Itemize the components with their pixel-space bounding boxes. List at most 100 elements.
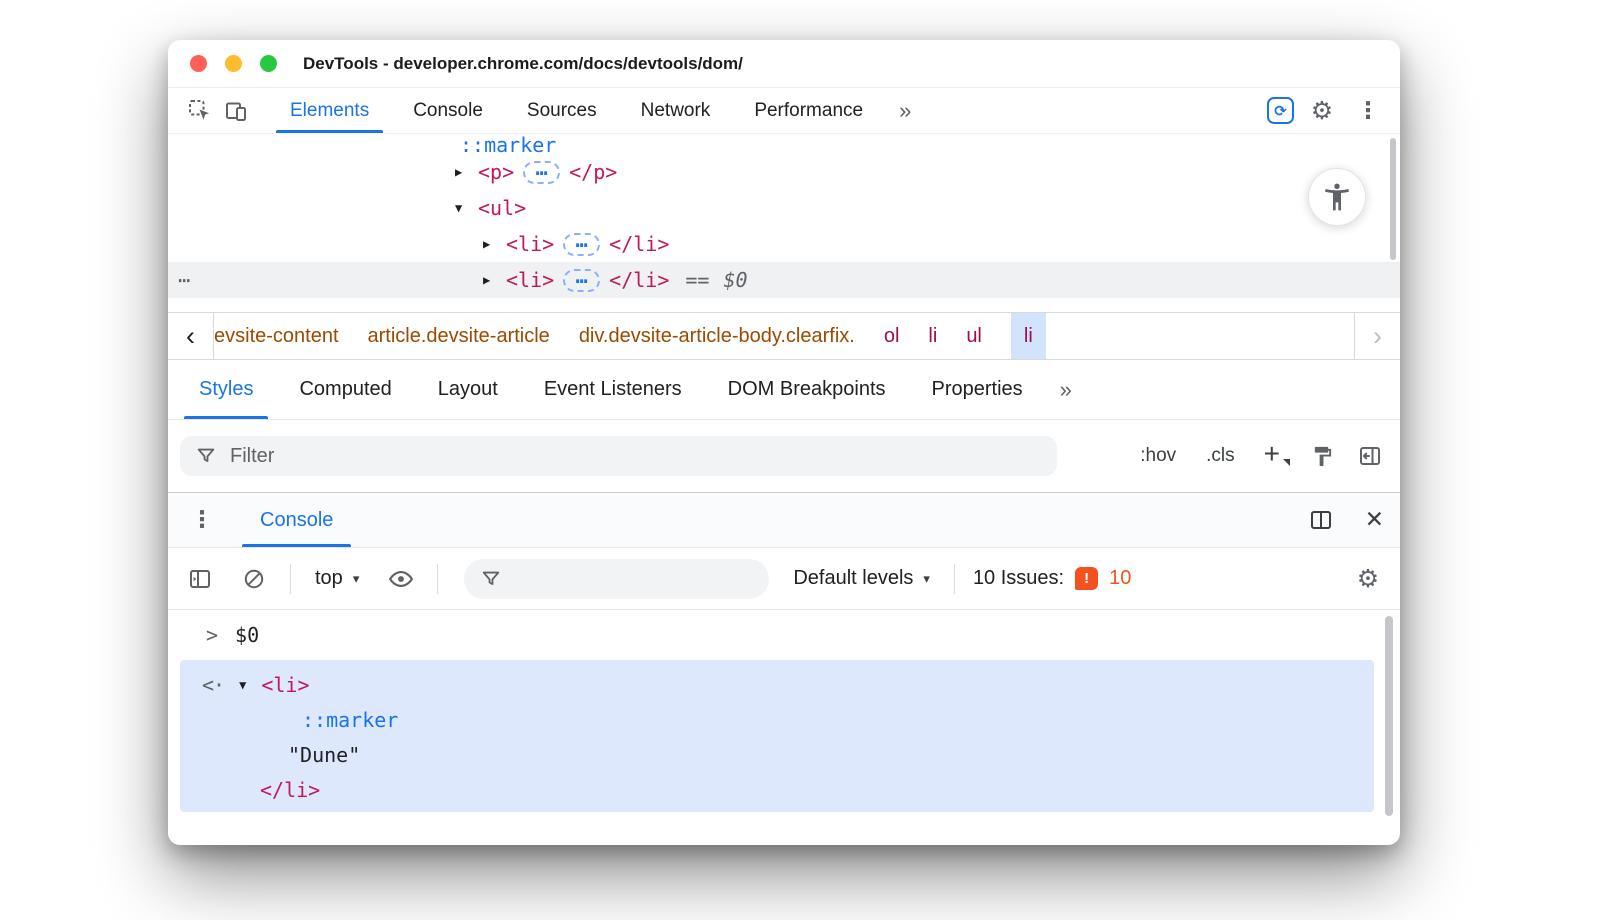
inspect-element-button[interactable] — [182, 93, 218, 129]
context-label: top — [315, 567, 343, 590]
scrollbar-thumb[interactable] — [1390, 138, 1396, 260]
divider — [290, 564, 291, 594]
window-title: DevTools - developer.chrome.com/docs/dev… — [303, 54, 743, 74]
filter-funnel-icon — [480, 568, 502, 590]
tag-open: <li> — [261, 673, 309, 697]
more-style-tabs-button[interactable]: » — [1046, 360, 1086, 419]
split-panel-button[interactable] — [1303, 502, 1339, 538]
clear-console-button[interactable] — [236, 561, 272, 597]
breadcrumb-item-li-selected[interactable]: li — [1011, 313, 1046, 359]
console-filter-input[interactable] — [512, 567, 753, 590]
issues-button[interactable]: 10 Issues: ! 10 — [973, 567, 1131, 590]
accessibility-fab[interactable] — [1308, 168, 1366, 226]
inline-expand-button[interactable]: … — [563, 269, 600, 292]
more-panels-button[interactable]: » — [885, 88, 925, 133]
expand-arrow-icon[interactable]: ▶ — [455, 165, 478, 179]
console-filter[interactable] — [464, 559, 769, 599]
expression-text: $0 — [235, 623, 259, 647]
breadcrumb-back-button[interactable]: ‹ — [168, 313, 214, 359]
tab-styles[interactable]: Styles — [176, 360, 276, 419]
breadcrumb-item-ol[interactable]: ol — [884, 325, 900, 348]
new-style-rule-button[interactable]: + — [1256, 438, 1292, 474]
panel-tabs: Elements Console Sources Network Perform… — [268, 88, 925, 133]
toggle-element-classes-button[interactable]: .cls — [1197, 439, 1244, 473]
breadcrumb-item-article[interactable]: article.devsite-article — [368, 325, 550, 348]
format-paint-button[interactable] — [1304, 438, 1340, 474]
text-node-value: "Dune" — [288, 743, 360, 767]
tab-console-drawer[interactable]: Console — [234, 493, 359, 547]
styles-filter-controls: :hov .cls + — [1131, 438, 1388, 474]
main-toolbar: Elements Console Sources Network Perform… — [168, 88, 1400, 134]
toggle-hover-state-button[interactable]: :hov — [1131, 439, 1185, 473]
tab-properties[interactable]: Properties — [909, 360, 1046, 419]
extension-icon[interactable]: ⟳ — [1267, 97, 1294, 124]
toggle-styles-sidebar-button[interactable] — [1352, 438, 1388, 474]
breadcrumb-item-devsite-content[interactable]: evsite-content — [214, 325, 339, 348]
tab-sources[interactable]: Sources — [505, 88, 619, 133]
issues-label: 10 Issues: — [973, 567, 1064, 590]
styles-filter[interactable] — [180, 436, 1057, 476]
dom-node-li-selected[interactable]: ⋯ ▶ <li> … </li> == $0 — [168, 262, 1400, 298]
close-window-button[interactable] — [190, 55, 207, 72]
tab-computed[interactable]: Computed — [276, 360, 414, 419]
tab-network[interactable]: Network — [619, 88, 733, 133]
breadcrumb-item-li[interactable]: li — [928, 325, 937, 348]
clear-console-icon — [242, 567, 266, 591]
expand-arrow-icon[interactable]: ▶ — [483, 237, 506, 251]
breadcrumb-forward-button[interactable]: › — [1354, 313, 1400, 359]
minimize-window-button[interactable] — [225, 55, 242, 72]
tab-dom-breakpoints[interactable]: DOM Breakpoints — [705, 360, 909, 419]
create-live-expression-button[interactable] — [383, 561, 419, 597]
inline-expand-button[interactable]: … — [563, 233, 600, 256]
dom-node-p[interactable]: ▶ <p> … </p> — [168, 154, 1400, 190]
dock-sidebar-icon — [1358, 444, 1382, 468]
levels-label: Default levels — [793, 567, 913, 590]
tag-close: </li> — [260, 778, 320, 802]
device-toolbar-button[interactable] — [218, 93, 254, 129]
pseudo-element-label: ::marker — [460, 134, 556, 154]
settings-gear-icon[interactable]: ⚙ — [1304, 93, 1340, 129]
console-evaluated-expression[interactable]: > $0 — [168, 610, 1400, 660]
tag-close: </li> — [609, 268, 669, 292]
divider — [437, 564, 438, 594]
toolbar-right: ⟳ ⚙ ⋮ — [1267, 93, 1386, 129]
log-levels-selector[interactable]: Default levels ▾ — [787, 567, 936, 590]
eye-icon — [388, 566, 414, 592]
tab-performance[interactable]: Performance — [732, 88, 885, 133]
drawer-menu-kebab-icon[interactable]: ⋮ — [184, 502, 220, 538]
inspect-icon — [188, 99, 212, 123]
close-drawer-button[interactable]: ✕ — [1365, 507, 1384, 533]
format-paint-icon — [1311, 445, 1334, 468]
result-node-open[interactable]: <· ▼ <li> — [180, 667, 1374, 702]
breadcrumb-item-ul[interactable]: ul — [966, 325, 982, 348]
execution-context-selector[interactable]: top ▾ — [309, 567, 365, 590]
main-menu-kebab-icon[interactable]: ⋮ — [1350, 93, 1386, 129]
expand-arrow-icon[interactable]: ▶ — [483, 273, 506, 287]
dom-node-ul[interactable]: ▼ <ul> — [168, 190, 1400, 226]
tab-console[interactable]: Console — [391, 88, 505, 133]
dom-node-li-1[interactable]: ▶ <li> … </li> — [168, 226, 1400, 262]
traffic-lights — [190, 55, 277, 72]
scrollbar-thumb[interactable] — [1385, 616, 1393, 816]
inline-expand-button[interactable]: … — [523, 161, 560, 184]
console-sidebar-button[interactable] — [182, 561, 218, 597]
tab-event-listeners[interactable]: Event Listeners — [521, 360, 705, 419]
collapse-arrow-icon[interactable]: ▼ — [455, 201, 478, 215]
zoom-window-button[interactable] — [260, 55, 277, 72]
prompt-chevron-icon: > — [206, 623, 218, 647]
caret-down-icon: ▾ — [353, 571, 360, 587]
tab-elements[interactable]: Elements — [268, 88, 391, 133]
split-panel-icon — [1309, 508, 1333, 532]
tag-open: <li> — [506, 268, 554, 292]
result-node-close: </li> — [180, 772, 1374, 807]
tab-layout[interactable]: Layout — [415, 360, 521, 419]
styles-filter-input[interactable] — [230, 445, 1042, 468]
breadcrumb-items: evsite-content article.devsite-article d… — [214, 313, 1354, 359]
console-result[interactable]: <· ▼ <li> ::marker "Dune" </li> — [180, 660, 1374, 812]
issue-exclamation-icon: ! — [1075, 567, 1098, 590]
collapse-arrow-icon[interactable]: ▼ — [239, 678, 246, 692]
dom-node-marker-clipped[interactable]: ::marker — [168, 134, 1400, 154]
console-settings-gear-icon[interactable]: ⚙ — [1350, 561, 1386, 597]
result-marker-line: ::marker — [180, 702, 1374, 737]
breadcrumb-item-article-body[interactable]: div.devsite-article-body.clearfix. — [579, 325, 855, 348]
